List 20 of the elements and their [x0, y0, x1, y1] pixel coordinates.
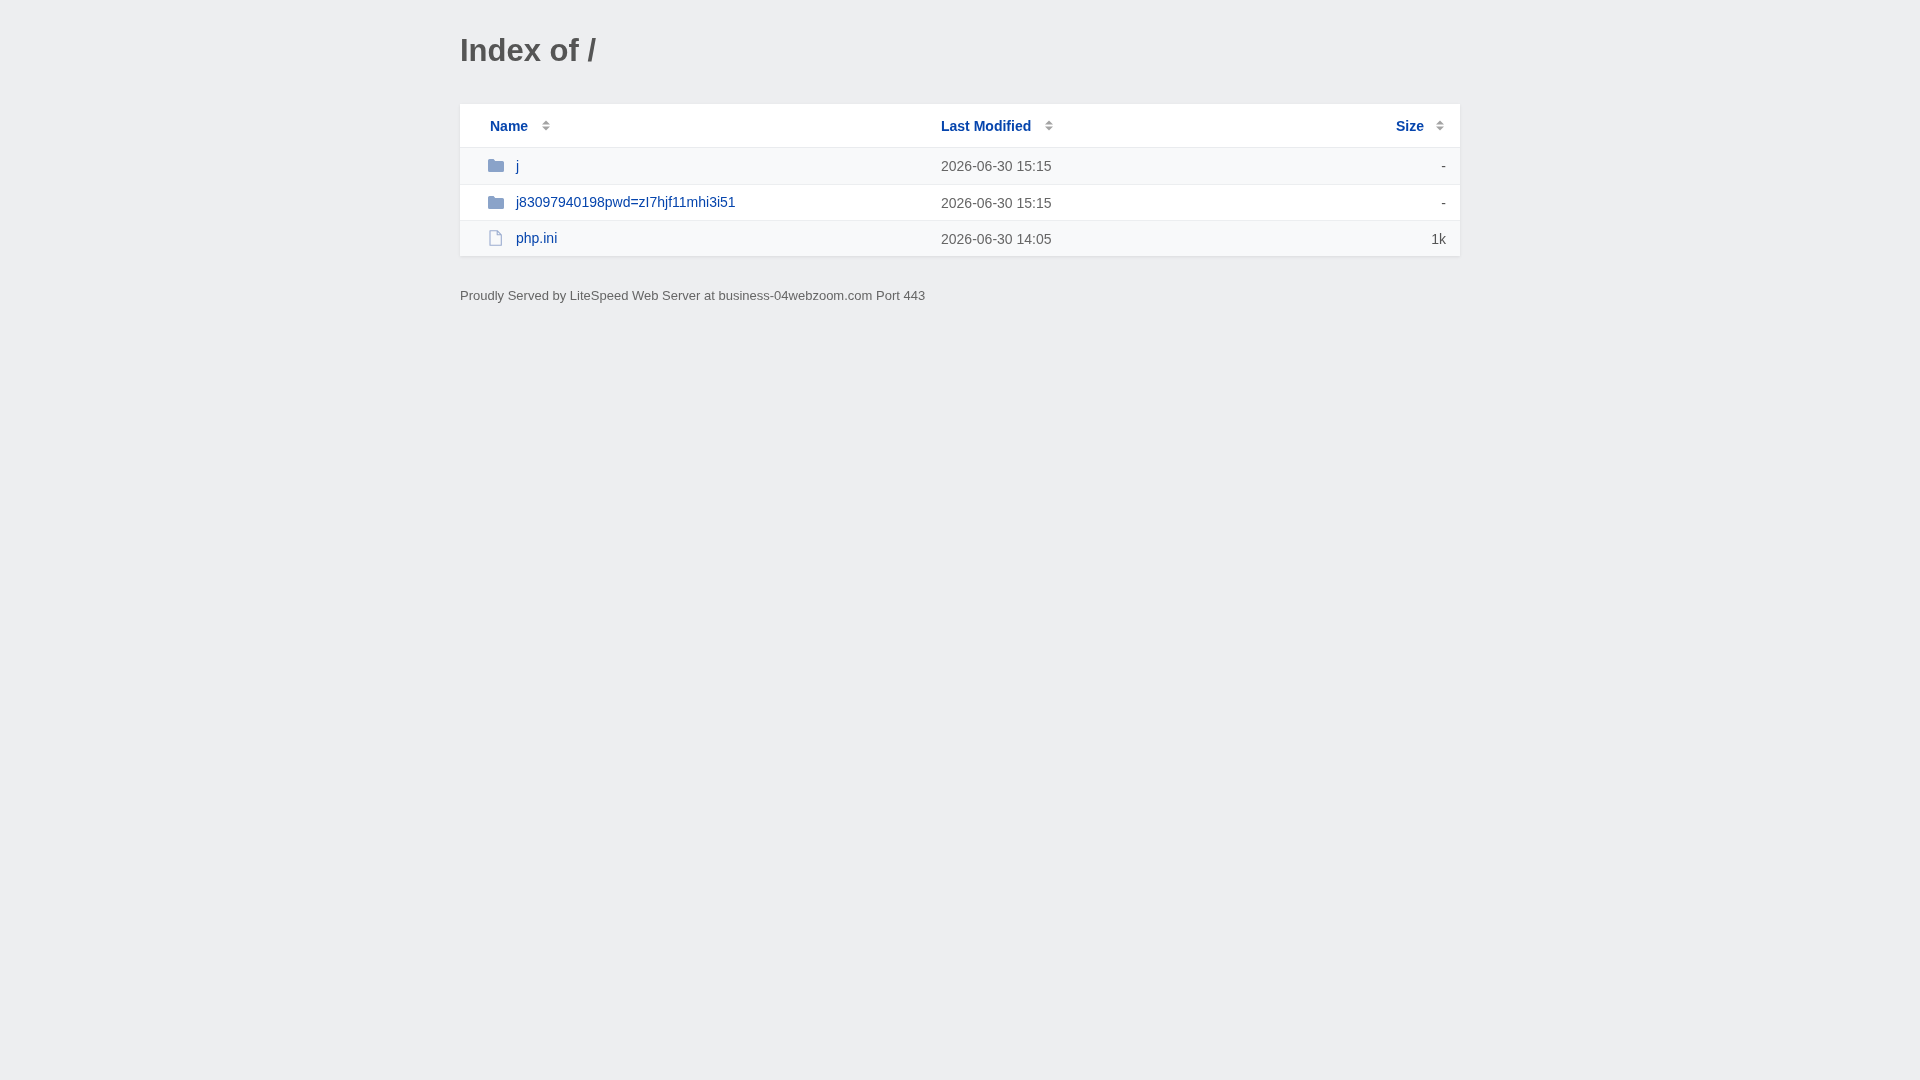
column-sort-link[interactable]: Name: [490, 116, 529, 135]
file-name-link[interactable]: j: [516, 156, 520, 175]
modified-date-text: 2026-06-30 14:05: [941, 230, 1052, 247]
file-icon: [489, 229, 502, 246]
file-name-link[interactable]: php.ini: [516, 228, 558, 247]
column-sort-link[interactable]: Last Modified: [941, 116, 1032, 135]
sort-icon[interactable]: [542, 120, 551, 131]
file-name-link[interactable]: j83097940198pwd=zI7hjf11mhi3i51: [516, 193, 736, 212]
modified-date-text: 2026-06-30 15:15: [941, 158, 1052, 174]
file-size-text: -: [1441, 194, 1446, 211]
page-title: Index of /: [460, 33, 597, 69]
folder-icon: [488, 159, 504, 173]
folder-icon: [488, 195, 504, 209]
server-footer-text: Proudly Served by LiteSpeed Web Server at business-04webzoom.com Port 443: [460, 287, 926, 305]
file-size-text: -: [1441, 158, 1446, 174]
modified-date-text: 2026-06-30 15:15: [941, 194, 1052, 211]
column-sort-link[interactable]: Size: [1396, 116, 1424, 135]
sort-icon[interactable]: [1045, 120, 1054, 131]
file-size-text: 1k: [1431, 230, 1446, 247]
sort-icon[interactable]: [1436, 120, 1444, 131]
